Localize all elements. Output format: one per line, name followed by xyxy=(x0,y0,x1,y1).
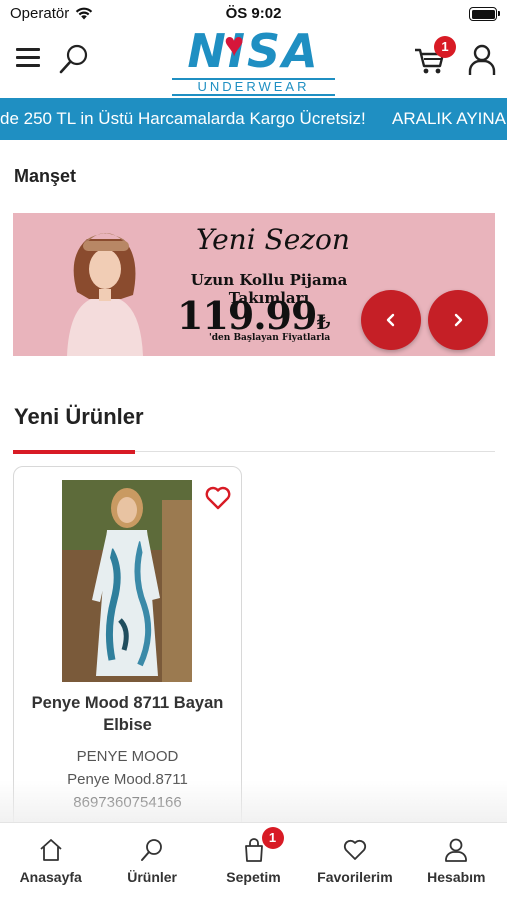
nav-label: Ürünler xyxy=(127,869,177,885)
nav-label: Favorilerim xyxy=(317,869,393,885)
nav-item-cart[interactable]: 1 Sepetim xyxy=(203,823,304,900)
search-button[interactable] xyxy=(56,42,92,78)
manset-banner[interactable]: Yeni Sezon Uzun Kollu Pijama Takımları 1… xyxy=(13,213,495,356)
person-icon xyxy=(468,44,496,75)
product-name: Penye Mood 8711 Bayan Elbise xyxy=(31,694,224,734)
announcement-marquee: de 250 TL in Üstü Harcamalarda Kargo Ücr… xyxy=(0,98,507,140)
menu-button[interactable] xyxy=(16,48,40,70)
banner-model-image xyxy=(67,233,143,356)
product-image xyxy=(62,480,192,682)
banner-price-value: 119.99 xyxy=(177,293,317,338)
battery-icon xyxy=(469,7,500,21)
search-icon xyxy=(141,839,163,861)
cart-badge: 1 xyxy=(261,827,284,849)
slider-next-button[interactable] xyxy=(428,290,488,350)
bottom-nav: Anasayfa Ürünler 1 Sepetim Favorilerim H… xyxy=(0,822,507,900)
nav-item-products[interactable]: Ürünler xyxy=(101,823,202,900)
bottom-fade xyxy=(0,780,507,822)
marquee-item: ARALIK AYINA xyxy=(392,109,507,128)
cart-count-badge: 1 xyxy=(434,36,456,58)
nav-label: Anasayfa xyxy=(19,869,82,885)
status-time: ÖS 9:02 xyxy=(225,5,282,22)
banner-headline: Yeni Sezon xyxy=(196,223,350,256)
nav-item-account[interactable]: Hesabım xyxy=(406,823,507,900)
logo-subtitle: UNDERWEAR xyxy=(172,78,335,96)
brand-logo[interactable]: NISA ♥ UNDERWEAR xyxy=(166,28,341,98)
cart-button[interactable]: 1 xyxy=(412,36,456,78)
logo-heart-icon: ♥ xyxy=(224,26,245,64)
banner-price: 119.99₺ xyxy=(177,293,330,338)
chevron-left-icon xyxy=(386,313,395,327)
nav-label: Sepetim xyxy=(226,869,281,885)
hamburger-icon xyxy=(16,48,40,51)
nav-label: Hesabım xyxy=(427,869,486,885)
logo-wordmark: NISA xyxy=(187,24,320,78)
section-accent-bar xyxy=(13,450,135,454)
person-icon xyxy=(445,838,468,862)
section-divider xyxy=(13,450,495,454)
heart-icon xyxy=(343,839,367,860)
nav-item-favorites[interactable]: Favorilerim xyxy=(304,823,405,900)
account-button[interactable] xyxy=(466,42,498,78)
slider-prev-button[interactable] xyxy=(361,290,421,350)
banner-currency: ₺ xyxy=(316,310,330,334)
banner-note: 'den Başlayan Fiyatlarla xyxy=(209,333,331,343)
home-icon xyxy=(40,839,62,861)
new-products-title: Yeni Ürünler xyxy=(14,404,144,429)
favorite-button[interactable] xyxy=(204,485,232,511)
app-header: NISA ♥ UNDERWEAR 1 xyxy=(0,28,507,98)
search-icon xyxy=(59,44,88,74)
heart-icon xyxy=(205,486,231,510)
marquee-item: de 250 TL in Üstü Harcamalarda Kargo Ücr… xyxy=(0,109,366,128)
product-brand: PENYE MOOD xyxy=(76,748,179,765)
chevron-right-icon xyxy=(454,313,463,327)
nav-item-home[interactable]: Anasayfa xyxy=(0,823,101,900)
manset-title: Manşet xyxy=(14,166,77,186)
